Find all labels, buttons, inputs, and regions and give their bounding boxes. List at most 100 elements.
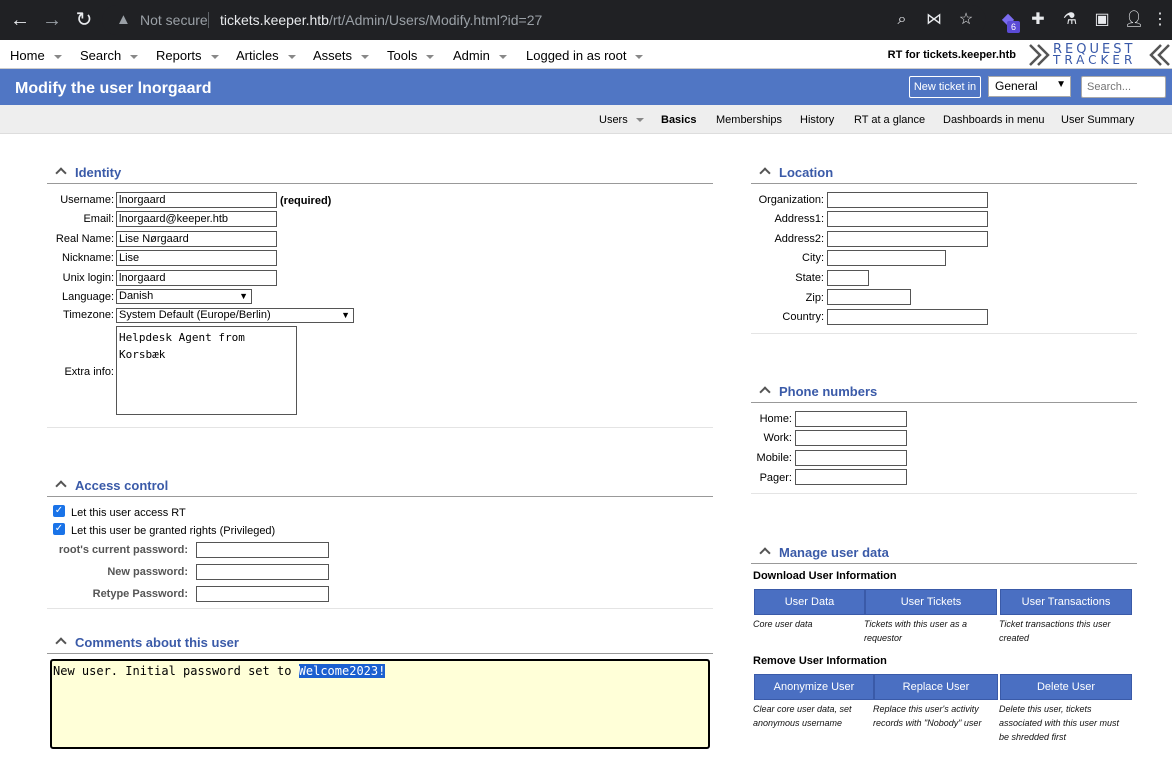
identity-panel-title[interactable]: Identity bbox=[47, 165, 121, 183]
organization-label: Organization: bbox=[758, 194, 824, 206]
menu-tools[interactable]: Tools bbox=[387, 48, 435, 63]
menu-logged-in[interactable]: Logged in as root bbox=[526, 48, 644, 63]
lab-flask-icon[interactable]: ⚗ bbox=[1060, 10, 1080, 30]
pager-field[interactable] bbox=[795, 469, 907, 485]
language-select[interactable]: Danish ▼ bbox=[116, 289, 252, 304]
city-field[interactable] bbox=[827, 250, 946, 266]
submenu-history[interactable]: History bbox=[800, 114, 834, 126]
current-password-label: root's current password: bbox=[58, 544, 188, 556]
retype-password-field[interactable] bbox=[196, 586, 329, 602]
menu-assets[interactable]: Assets bbox=[313, 48, 370, 63]
remove-section-heading: Remove User Information bbox=[753, 655, 887, 667]
queue-select[interactable]: General ▼ bbox=[988, 76, 1071, 97]
download-section-heading: Download User Information bbox=[753, 570, 897, 582]
reload-icon[interactable]: ↻ bbox=[72, 8, 96, 32]
divider bbox=[751, 183, 1137, 184]
new-ticket-button[interactable]: New ticket in bbox=[909, 76, 981, 98]
realname-label: Real Name: bbox=[55, 233, 114, 245]
phone-panel-title[interactable]: Phone numbers bbox=[751, 384, 877, 402]
divider bbox=[208, 12, 209, 28]
collapse-chevron-icon bbox=[759, 167, 771, 179]
zoom-icon[interactable]: ⌕ bbox=[892, 10, 912, 30]
anonymize-user-button[interactable]: Anonymize User bbox=[754, 674, 874, 700]
access-rt-checkbox[interactable]: ✓ bbox=[53, 505, 65, 517]
sidebar-icon[interactable]: ▣ bbox=[1092, 10, 1112, 30]
timezone-select[interactable]: System Default (Europe/Berlin) ▼ bbox=[116, 308, 354, 323]
puzzle-icon[interactable]: ✚ bbox=[1028, 10, 1048, 30]
submenu-user-summary[interactable]: User Summary bbox=[1061, 114, 1134, 126]
address-bar[interactable]: ▲ Not secure tickets.keeper.htb/rt/Admin… bbox=[102, 5, 986, 35]
home-phone-field[interactable] bbox=[795, 411, 907, 427]
divider bbox=[751, 563, 1137, 564]
chevron-down-icon bbox=[635, 118, 644, 123]
divider bbox=[47, 653, 713, 654]
current-password-field[interactable] bbox=[196, 542, 329, 558]
search-input[interactable] bbox=[1081, 76, 1166, 98]
user-data-description: Core user data bbox=[753, 619, 813, 629]
user-data-button[interactable]: User Data bbox=[754, 589, 865, 615]
menu-articles[interactable]: Articles bbox=[236, 48, 296, 63]
comments-textarea[interactable]: New user. Initial password set to Welcom… bbox=[50, 659, 710, 749]
extension-badge: 6 bbox=[1007, 21, 1020, 33]
logo-chevrons-left-icon bbox=[1149, 44, 1170, 66]
retype-password-label: Retype Password: bbox=[92, 588, 188, 600]
submenu-users[interactable]: Users bbox=[599, 114, 644, 126]
divider bbox=[751, 493, 1137, 494]
share-icon[interactable]: ⋈ bbox=[924, 10, 944, 30]
divider bbox=[47, 427, 713, 428]
request-tracker-logo[interactable]: REQUEST TRACKER bbox=[1027, 42, 1172, 68]
user-tickets-button[interactable]: User Tickets bbox=[865, 589, 997, 615]
zip-field[interactable] bbox=[827, 289, 911, 305]
mobile-phone-label: Mobile: bbox=[756, 452, 792, 464]
organization-field[interactable] bbox=[827, 192, 988, 208]
country-field[interactable] bbox=[827, 309, 988, 325]
address2-label: Address2: bbox=[774, 233, 824, 245]
anonymize-description: Clear core user data, set anonymous user… bbox=[753, 704, 852, 728]
privileged-checkbox[interactable]: ✓ bbox=[53, 523, 65, 535]
page-title: Modify the user lnorgaard bbox=[15, 80, 212, 97]
access-panel-title[interactable]: Access control bbox=[47, 478, 168, 496]
submenu-dashboards[interactable]: Dashboards in menu bbox=[943, 114, 1045, 126]
divider bbox=[751, 333, 1137, 334]
back-arrow-icon[interactable]: ← bbox=[8, 8, 32, 32]
extra-info-label: Extra info: bbox=[64, 366, 114, 378]
submenu-basics[interactable]: Basics bbox=[661, 114, 696, 126]
not-secure-label: Not secure bbox=[140, 12, 208, 28]
profile-icon[interactable]: 👤︎ bbox=[1124, 10, 1144, 30]
pager-label: Pager: bbox=[759, 472, 792, 484]
menu-search[interactable]: Search bbox=[80, 48, 139, 63]
nickname-field[interactable]: Lise bbox=[116, 250, 277, 266]
submenu-memberships[interactable]: Memberships bbox=[716, 114, 782, 126]
work-phone-field[interactable] bbox=[795, 430, 907, 446]
chevron-down-icon bbox=[426, 54, 435, 59]
rt-top-menu: Home Search Reports Articles Assets Tool… bbox=[0, 40, 1172, 69]
menu-reports[interactable]: Reports bbox=[156, 48, 219, 63]
access-rt-label: Let this user access RT bbox=[71, 507, 186, 519]
menu-home[interactable]: Home bbox=[10, 48, 62, 63]
extra-info-textarea[interactable]: Helpdesk Agent from Korsbæk bbox=[116, 326, 297, 415]
comments-panel-title[interactable]: Comments about this user bbox=[47, 635, 239, 653]
delete-description: Delete this user, tickets associated wit… bbox=[999, 704, 1120, 742]
new-password-field[interactable] bbox=[196, 564, 329, 580]
replace-user-button[interactable]: Replace User bbox=[874, 674, 998, 700]
address2-field[interactable] bbox=[827, 231, 988, 247]
more-menu-icon[interactable]: ⋮ bbox=[1150, 10, 1170, 30]
unix-login-field[interactable]: lnorgaard bbox=[116, 270, 277, 286]
user-transactions-button[interactable]: User Transactions bbox=[1000, 589, 1132, 615]
username-field[interactable]: lnorgaard bbox=[116, 192, 277, 208]
mobile-phone-field[interactable] bbox=[795, 450, 907, 466]
address1-field[interactable] bbox=[827, 211, 988, 227]
delete-user-button[interactable]: Delete User bbox=[1000, 674, 1132, 700]
manage-panel-title[interactable]: Manage user data bbox=[751, 545, 889, 563]
chevron-down-icon bbox=[210, 54, 219, 59]
email-field[interactable]: lnorgaard@keeper.htb bbox=[116, 211, 277, 227]
bookmark-star-icon[interactable]: ☆ bbox=[956, 10, 976, 30]
submenu-rt-at-a-glance[interactable]: RT at a glance bbox=[854, 114, 925, 126]
email-label: Email: bbox=[83, 213, 114, 225]
chevron-down-icon bbox=[635, 54, 644, 59]
menu-admin[interactable]: Admin bbox=[453, 48, 507, 63]
location-panel-title[interactable]: Location bbox=[751, 165, 833, 183]
state-field[interactable] bbox=[827, 270, 869, 286]
forward-arrow-icon[interactable]: → bbox=[40, 8, 64, 32]
realname-field[interactable]: Lise Nørgaard bbox=[116, 231, 277, 247]
